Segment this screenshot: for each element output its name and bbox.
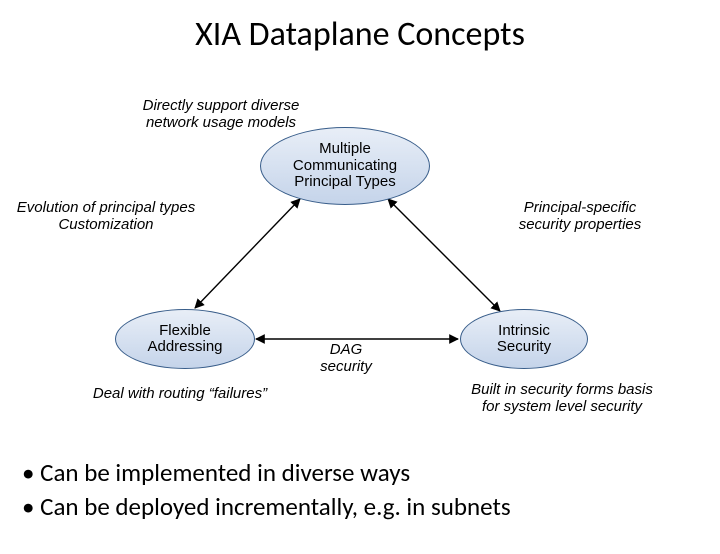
diagram-area: MultipleCommunicatingPrincipal Types Fle…: [0, 55, 720, 415]
bullet-list: Can be implemented in diverse ways Can b…: [22, 456, 511, 524]
node-intrinsic-security: IntrinsicSecurity: [460, 309, 588, 369]
caption-top: Directly support diversenetwork usage mo…: [116, 97, 326, 132]
caption-right: Principal-specificsecurity properties: [490, 199, 670, 234]
node-label: IntrinsicSecurity: [497, 323, 551, 356]
node-label: MultipleCommunicatingPrincipal Types: [293, 141, 397, 191]
caption-bottom-right: Built in security forms basisfor system …: [432, 381, 692, 416]
node-principal-types: MultipleCommunicatingPrincipal Types: [260, 127, 430, 205]
list-item: Can be deployed incrementally, e.g. in s…: [22, 490, 511, 524]
edge-top-right: [388, 199, 500, 311]
caption-bottom-left: Deal with routing “failures”: [75, 385, 285, 402]
list-item: Can be implemented in diverse ways: [22, 456, 511, 490]
caption-left: Evolution of principal typesCustomizatio…: [0, 199, 212, 234]
node-label: FlexibleAddressing: [147, 323, 222, 356]
caption-middle: DAGsecurity: [296, 341, 396, 376]
page-title: XIA Dataplane Concepts: [0, 14, 720, 55]
node-flexible-addressing: FlexibleAddressing: [115, 309, 255, 369]
